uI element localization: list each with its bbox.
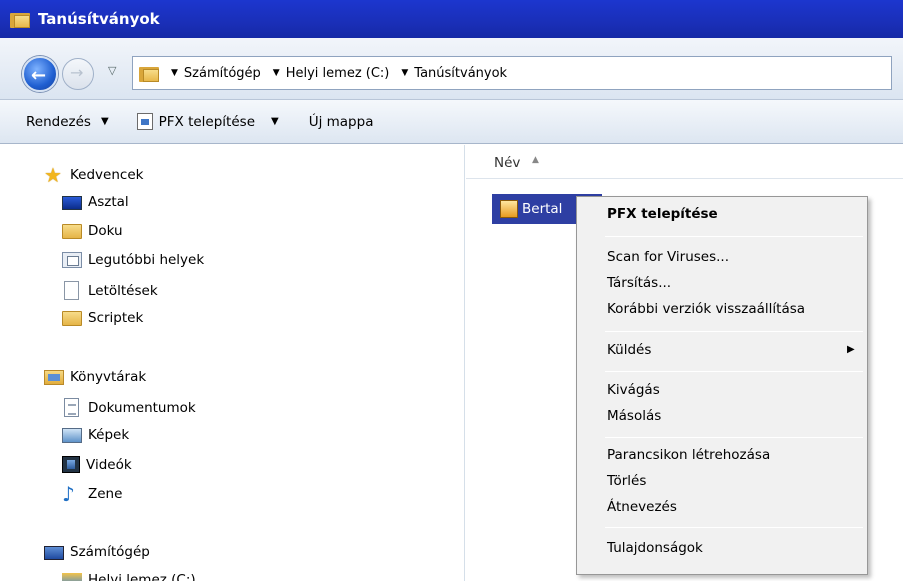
breadcrumb-arrow-icon: ▼ <box>401 68 409 78</box>
column-header-name[interactable]: Név ▲ <box>466 145 903 179</box>
folder-icon <box>10 11 30 28</box>
menu-item-rename[interactable]: Átnevezés <box>607 499 677 515</box>
libraries-icon <box>44 369 64 385</box>
window-title: Tanúsítványok <box>38 10 160 28</box>
blank-page-icon <box>64 281 79 300</box>
menu-item-delete[interactable]: Törlés <box>607 473 646 489</box>
breadcrumb-item[interactable]: ▼ Számítógép <box>171 66 261 81</box>
computer-icon <box>44 545 64 560</box>
certificate-icon <box>136 113 153 130</box>
chevron-down-icon: ▼ <box>100 116 109 127</box>
forward-button[interactable]: → <box>62 58 94 90</box>
new-folder-button[interactable]: Új mappa <box>309 114 374 130</box>
back-arrow-icon: ← <box>31 65 47 86</box>
menu-item-install-pfx[interactable]: PFX telepítése <box>607 206 718 222</box>
folder-icon <box>62 310 82 326</box>
menu-separator <box>605 437 863 438</box>
menu-item-restore-versions[interactable]: Korábbi verziók visszaállítása <box>607 301 805 317</box>
nav-computer[interactable]: Számítógép <box>44 544 150 560</box>
sort-ascending-icon: ▲ <box>532 155 539 165</box>
nav-item-doku[interactable]: Doku <box>62 223 123 239</box>
nav-item-videos[interactable]: Videók <box>62 456 132 473</box>
nav-item-desktop[interactable]: Asztal <box>62 194 129 210</box>
menu-separator <box>605 371 863 372</box>
menu-item-cut[interactable]: Kivágás <box>607 382 660 398</box>
menu-separator <box>605 527 863 528</box>
nav-item-local-disk[interactable]: Helyi lemez (C:) <box>62 572 196 581</box>
videos-icon <box>62 456 80 473</box>
menu-item-copy[interactable]: Másolás <box>607 408 661 424</box>
command-bar: Rendezés ▼ PFX telepítése ▼ Új mappa <box>0 100 903 144</box>
menu-item-scan-viruses[interactable]: Scan for Viruses... <box>607 249 729 265</box>
recent-places-icon <box>62 252 82 268</box>
desktop-icon <box>62 196 82 210</box>
install-pfx-button[interactable]: PFX telepítése ▼ <box>136 113 279 130</box>
windows-drive-icon <box>62 573 82 581</box>
documents-icon <box>64 398 79 417</box>
organize-button[interactable]: Rendezés ▼ <box>26 114 109 130</box>
breadcrumb-arrow-icon: ▼ <box>272 68 280 78</box>
music-note-icon: ♪ <box>62 482 75 506</box>
folder-icon <box>62 223 82 239</box>
navigation-pane: ★ Kedvencek Asztal Doku Legutóbbi helyek… <box>0 145 465 581</box>
folder-icon <box>139 65 159 82</box>
menu-separator <box>605 236 863 237</box>
nav-item-scripts[interactable]: Scriptek <box>62 310 143 326</box>
title-bar: Tanúsítványok <box>0 0 903 38</box>
context-menu: PFX telepítése Scan for Viruses... Társí… <box>576 196 868 575</box>
breadcrumb-item[interactable]: ▼ Helyi lemez (C:) <box>273 66 390 81</box>
nav-item-documents[interactable]: Dokumentumok <box>62 398 196 417</box>
address-bar[interactable]: ▼ Számítógép ▼ Helyi lemez (C:) ▼ Tanúsítvá… <box>132 56 892 90</box>
submenu-arrow-icon: ▶ <box>847 344 855 355</box>
star-icon: ★ <box>44 163 62 187</box>
nav-item-recent-places[interactable]: Legutóbbi helyek <box>62 252 204 268</box>
nav-item-music[interactable]: ♪ Zene <box>62 482 122 506</box>
forward-arrow-icon: → <box>70 63 84 82</box>
breadcrumb-arrow-icon: ▼ <box>171 68 178 78</box>
nav-favorites[interactable]: ★ Kedvencek <box>44 163 143 187</box>
back-button[interactable]: ← <box>22 56 58 92</box>
breadcrumb-item[interactable]: ▼ Tanúsítványok <box>401 66 507 81</box>
menu-item-create-shortcut[interactable]: Parancsikon létrehozása <box>607 447 770 463</box>
menu-item-associate[interactable]: Társítás... <box>607 275 671 291</box>
menu-separator <box>605 331 863 332</box>
chevron-down-icon: ▼ <box>271 116 279 127</box>
nav-libraries[interactable]: Könyvtárak <box>44 369 146 385</box>
history-dropdown-icon[interactable]: ▽ <box>108 64 116 77</box>
nav-item-downloads[interactable]: Letöltések <box>62 281 158 300</box>
nav-item-pictures[interactable]: Képek <box>62 427 129 443</box>
certificate-file-icon <box>500 200 518 218</box>
menu-item-send-to[interactable]: Küldés <box>607 342 651 358</box>
menu-item-properties[interactable]: Tulajdonságok <box>607 540 703 556</box>
pictures-icon <box>62 427 82 443</box>
